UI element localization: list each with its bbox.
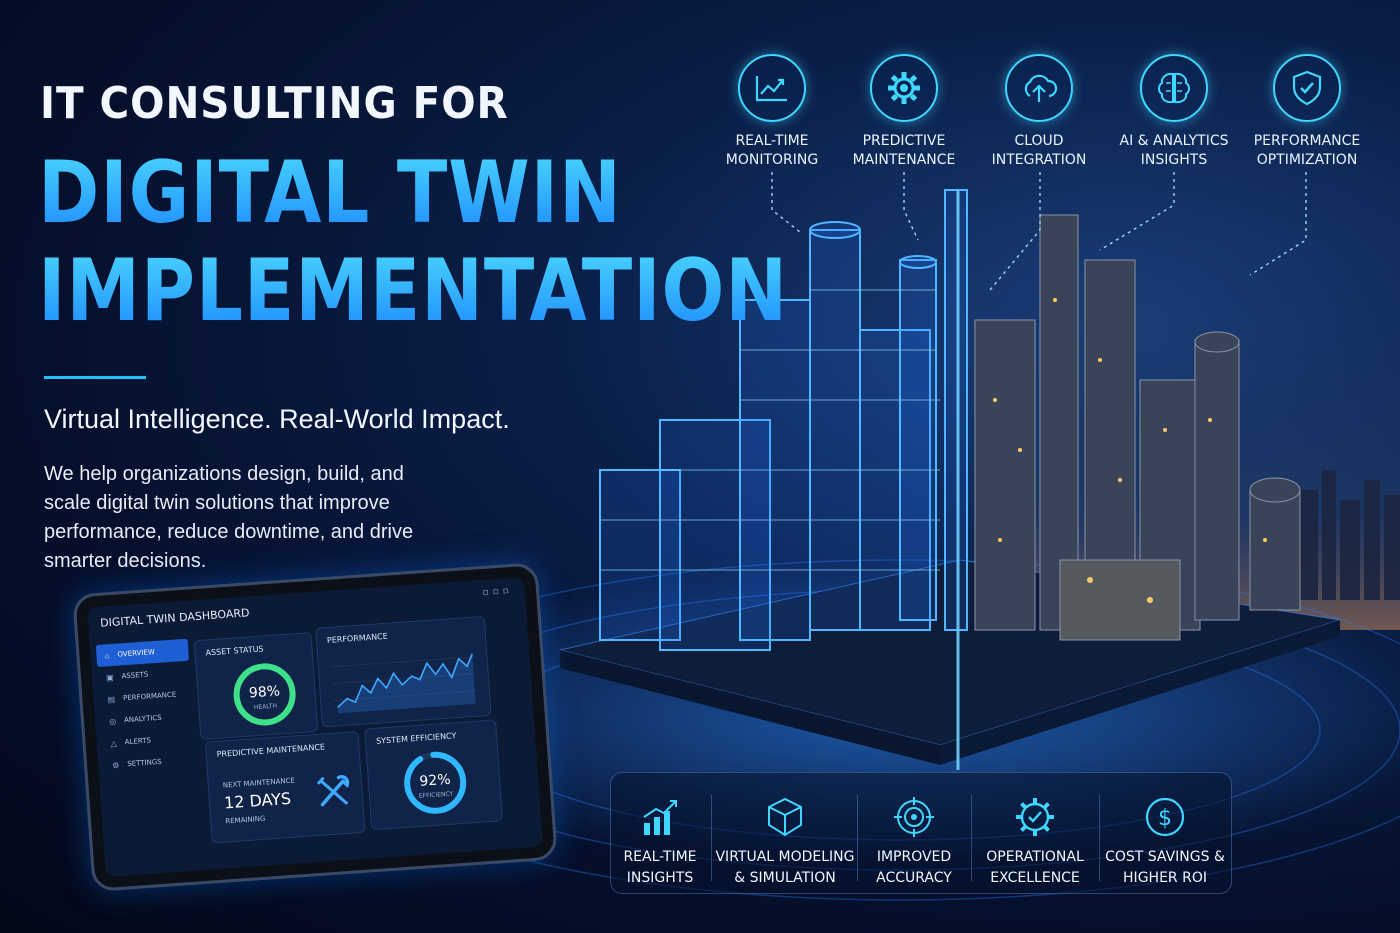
maintenance-days: 12 DAYS bbox=[223, 788, 292, 813]
accent-divider bbox=[44, 376, 146, 379]
performance-sparkline bbox=[330, 653, 479, 714]
headline-line-1: DIGITAL TWIN bbox=[38, 143, 622, 243]
benefit-virtual-modeling: VIRTUAL MODELING & SIMULATION bbox=[713, 795, 857, 889]
nav-item-label: PERFORMANCE bbox=[122, 690, 177, 703]
feature-predictive-maintenance: PREDICTIVE MAINTENANCE bbox=[829, 54, 979, 170]
efficiency-label: EFFICIENCY bbox=[419, 791, 454, 800]
description: We help organizations design, build, and… bbox=[44, 463, 414, 572]
dashboard-title: DIGITAL TWIN DASHBOARD bbox=[99, 606, 250, 630]
health-value: 98% bbox=[248, 683, 280, 701]
efficiency-value: 92% bbox=[419, 772, 451, 790]
feature-label-line1: CLOUD bbox=[1014, 133, 1064, 149]
headline-line-2: IMPLEMENTATION bbox=[38, 241, 788, 341]
performance-icon: ▤ bbox=[107, 694, 116, 704]
tablet-screen: DIGITAL TWIN DASHBOARD ▫▫▫ ⌂ OVERVIEW ▣ AS… bbox=[87, 577, 543, 877]
remaining-label: REMAINING bbox=[225, 814, 266, 826]
benefit-label-line2: HIGHER ROI bbox=[1123, 870, 1207, 886]
dollar-icon: $ bbox=[1145, 797, 1185, 837]
cube-icon bbox=[768, 797, 802, 837]
benefit-label-line1: OPERATIONAL bbox=[986, 849, 1084, 865]
feature-label-line2: MAINTENANCE bbox=[852, 152, 956, 168]
efficiency-gauge: 92% EFFICIENCY bbox=[404, 751, 467, 814]
panel-title: ASSET STATUS bbox=[205, 644, 264, 658]
benefit-label-line1: REAL-TIME bbox=[623, 849, 697, 865]
asset-status-panel: ASSET STATUS 98% HEALTH bbox=[193, 632, 319, 741]
nav-item-label: SETTINGS bbox=[127, 757, 162, 769]
analytics-icon: ◎ bbox=[108, 716, 117, 726]
hero-banner: IT CONSULTING FOR DIGITAL TWIN IMPLEMENT… bbox=[0, 0, 1400, 933]
settings-icon: ⚙ bbox=[111, 760, 120, 770]
alert-icon: △ bbox=[110, 738, 118, 748]
benefit-label-line1: COST SAVINGS & bbox=[1105, 849, 1225, 865]
nav-item-label: OVERVIEW bbox=[117, 648, 156, 659]
benefit-cost-savings: $ COST SAVINGS & HIGHER ROI bbox=[1101, 795, 1229, 889]
benefit-improved-accuracy: IMPROVED ACCURACY bbox=[859, 795, 969, 889]
performance-panel: PERFORMANCE bbox=[315, 615, 492, 728]
nav-item-label: ALERTS bbox=[124, 736, 152, 747]
panel-title: PERFORMANCE bbox=[326, 631, 389, 645]
feature-label-line2: MONITORING bbox=[725, 152, 819, 168]
tagline: Virtual Intelligence. Real-World Impact. bbox=[44, 404, 510, 434]
benefit-label-line1: IMPROVED bbox=[876, 849, 952, 865]
benefits-bar: REAL-TIME INSIGHTS VIRTUAL MODELING & SIMU… bbox=[610, 772, 1232, 894]
system-efficiency-panel: SYSTEM EFFICIENCY 92% EFFICIENCY bbox=[364, 719, 504, 831]
benefit-label-line2: & SIMULATION bbox=[734, 870, 836, 886]
health-label: HEALTH bbox=[254, 703, 278, 712]
benefit-label-line2: ACCURACY bbox=[876, 870, 952, 886]
gear-check-icon bbox=[1016, 798, 1054, 836]
health-gauge: 98% HEALTH bbox=[233, 663, 296, 726]
benefit-label-line1: VIRTUAL MODELING bbox=[715, 849, 855, 865]
svg-text:$: $ bbox=[1158, 806, 1172, 831]
feature-performance-optimization: PERFORMANCE OPTIMIZATION bbox=[1232, 54, 1382, 170]
feature-cloud-integration: CLOUD INTEGRATION bbox=[964, 54, 1114, 170]
home-icon: ⌂ bbox=[104, 650, 110, 660]
benefit-operational-excellence: OPERATIONAL EXCELLENCE bbox=[973, 795, 1097, 889]
feature-label-line2: INTEGRATION bbox=[991, 152, 1087, 168]
window-controls[interactable]: ▫▫▫ bbox=[482, 586, 513, 598]
dashboard-sidebar: ⌂ OVERVIEW ▣ ASSETS ▤ PERFORMANCE ◎ ANALYTIC… bbox=[95, 638, 203, 869]
nav-item-label: ASSETS bbox=[121, 670, 149, 681]
feature-label-line1: AI & ANALYTICS bbox=[1119, 133, 1229, 149]
benefit-divider bbox=[1099, 795, 1100, 881]
benefit-label-line2: INSIGHTS bbox=[626, 870, 694, 886]
brain-icon bbox=[1140, 54, 1208, 122]
feature-label-line2: OPTIMIZATION bbox=[1256, 152, 1358, 168]
benefit-real-time-insights: REAL-TIME INSIGHTS bbox=[611, 795, 709, 889]
headline-top: IT CONSULTING FOR bbox=[40, 78, 509, 129]
tablet-dashboard: DIGITAL TWIN DASHBOARD ▫▫▫ ⌂ OVERVIEW ▣ AS… bbox=[72, 562, 558, 892]
feature-label-line1: PERFORMANCE bbox=[1253, 133, 1361, 149]
benefit-divider bbox=[971, 795, 972, 881]
feature-label-line2: INSIGHTS bbox=[1140, 152, 1208, 168]
shield-check-icon bbox=[1273, 54, 1341, 122]
benefit-divider bbox=[857, 795, 858, 881]
panel-title: SYSTEM EFFICIENCY bbox=[375, 731, 457, 746]
benefit-label-line2: EXCELLENCE bbox=[990, 870, 1080, 886]
benefit-divider bbox=[711, 795, 712, 881]
feature-label-line1: PREDICTIVE bbox=[862, 133, 946, 149]
line-chart-icon bbox=[738, 54, 806, 122]
predictive-maintenance-panel: PREDICTIVE MAINTENANCE NEXT MAINTENANCE … bbox=[204, 730, 366, 844]
feature-ai-analytics: AI & ANALYTICS INSIGHTS bbox=[1099, 54, 1249, 170]
wrench-screwdriver-icon bbox=[317, 774, 350, 807]
gear-icon bbox=[870, 54, 938, 122]
asset-icon: ▣ bbox=[105, 672, 114, 682]
feature-label-line1: REAL-TIME bbox=[735, 133, 809, 149]
next-maintenance-label: NEXT MAINTENANCE bbox=[222, 776, 296, 790]
panel-title: PREDICTIVE MAINTENANCE bbox=[216, 742, 326, 759]
target-icon bbox=[894, 797, 934, 837]
feature-real-time-monitoring: REAL-TIME MONITORING bbox=[697, 54, 847, 170]
bar-chart-icon bbox=[643, 800, 677, 835]
nav-item-label: ANALYTICS bbox=[123, 713, 162, 725]
cloud-upload-icon bbox=[1005, 54, 1073, 122]
